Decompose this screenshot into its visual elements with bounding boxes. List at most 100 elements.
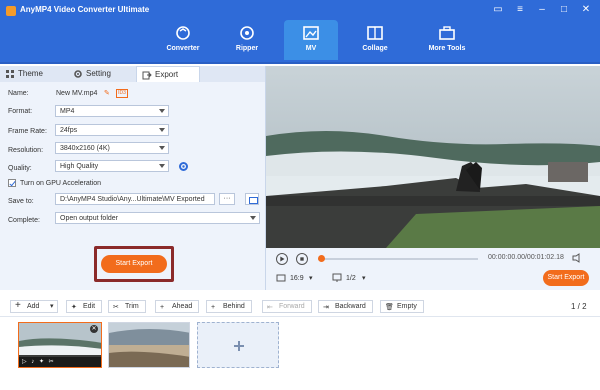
- edit-button[interactable]: ✦ Edit: [66, 300, 103, 313]
- subtab-setting[interactable]: Setting: [68, 66, 132, 82]
- preview-frame-image: [266, 66, 600, 248]
- empty-button[interactable]: 🗑 Empty: [380, 300, 424, 313]
- resolution-value: 3840x2160 (4K): [60, 145, 110, 152]
- minimize-icon[interactable]: –: [536, 4, 548, 15]
- subtab-theme[interactable]: Theme: [0, 66, 64, 82]
- main-tabs: Converter Ripper MV Collage More Tools: [156, 20, 492, 60]
- toolbox-icon: [439, 26, 455, 40]
- scissors-icon[interactable]: ✂: [49, 359, 54, 365]
- trim-label: Trim: [125, 303, 139, 310]
- trim-button[interactable]: ✂ Trim: [108, 300, 146, 313]
- window-controls: ▭ ≡ – □ ✕: [492, 4, 592, 15]
- tab-label: More Tools: [428, 45, 466, 52]
- behind-button[interactable]: + Behind: [206, 300, 252, 313]
- playback-progress-bar[interactable]: [318, 258, 478, 260]
- zoom-value[interactable]: 1/2: [346, 275, 356, 282]
- monitor-icon: [332, 273, 342, 282]
- converter-icon: [176, 26, 190, 40]
- complete-action-select[interactable]: Open output folder: [55, 212, 260, 224]
- scissors-icon: ✂: [113, 304, 119, 311]
- frame-rate-label: Frame Rate:: [8, 128, 47, 135]
- forward-button[interactable]: ⇤ Forward: [262, 300, 312, 313]
- start-export-button[interactable]: Start Export: [101, 255, 167, 273]
- resolution-select[interactable]: 3840x2160 (4K): [55, 142, 169, 154]
- start-export-highlight: Start Export: [94, 246, 174, 282]
- effects-icon[interactable]: ✦: [39, 359, 44, 365]
- subtab-label: Export: [155, 70, 179, 79]
- feedback-icon[interactable]: ▭: [492, 4, 504, 15]
- ripper-icon: [240, 26, 254, 40]
- add-ahead-icon: +: [160, 304, 165, 311]
- clip-thumbnail-2[interactable]: [108, 322, 190, 368]
- start-export-button-secondary[interactable]: Start Export: [543, 270, 589, 286]
- tab-converter[interactable]: Converter: [156, 20, 210, 60]
- save-to-path-field[interactable]: D:\AnyMP4 Studio\Any...Ultimate\MV Expor…: [55, 193, 215, 205]
- page-indicator: 1 / 2: [571, 302, 587, 311]
- chevron-down-icon[interactable]: ▾: [309, 274, 313, 282]
- quality-settings-gear-icon[interactable]: [178, 161, 189, 172]
- ahead-label: Ahead: [172, 303, 193, 310]
- rename-tag-icon[interactable]: ID3: [116, 89, 128, 98]
- remove-clip-icon[interactable]: ✕: [90, 325, 98, 333]
- add-clip-button[interactable]: [197, 322, 279, 368]
- chevron-down-icon: [159, 146, 165, 150]
- edit-name-icon[interactable]: ✎: [104, 89, 110, 97]
- tab-mv[interactable]: MV: [284, 20, 338, 60]
- gear-icon: [74, 70, 82, 78]
- tab-more-tools[interactable]: More Tools: [412, 20, 482, 60]
- subtab-label: Theme: [18, 69, 43, 78]
- quality-select[interactable]: High Quality: [55, 160, 169, 172]
- open-folder-button[interactable]: [245, 193, 259, 205]
- chevron-down-icon: [159, 164, 165, 168]
- play-icon[interactable]: ▷: [22, 359, 27, 365]
- quality-value: High Quality: [60, 163, 99, 170]
- forward-label: Forward: [279, 303, 305, 310]
- complete-value: Open output folder: [60, 215, 118, 222]
- subtab-label: Setting: [86, 69, 111, 78]
- clip-thumbnail-1[interactable]: ✕ ▷ ♪ ✦ ✂: [18, 322, 102, 368]
- name-label: Name:: [8, 90, 29, 97]
- add-behind-icon: +: [211, 304, 216, 311]
- add-button[interactable]: + Add ▾: [10, 300, 59, 313]
- title-bar: AnyMP4 Video Converter Ultimate ▭ ≡ – □ …: [0, 0, 600, 64]
- empty-label: Empty: [397, 303, 417, 310]
- chevron-down-icon: [159, 128, 165, 132]
- subtab-export[interactable]: Export: [136, 66, 200, 82]
- maximize-icon[interactable]: □: [558, 4, 570, 15]
- backward-label: Backward: [335, 303, 366, 310]
- tab-label: Collage: [362, 45, 388, 52]
- volume-icon[interactable]: ♪: [31, 359, 34, 365]
- format-select[interactable]: MP4: [55, 105, 169, 117]
- frame-rate-value: 24fps: [60, 127, 78, 134]
- complete-label: Complete:: [8, 217, 40, 224]
- name-value: New MV.mp4: [56, 90, 98, 97]
- aspect-ratio-value[interactable]: 16:9: [290, 275, 304, 282]
- chevron-down-icon: ▾: [49, 303, 54, 310]
- volume-icon[interactable]: [572, 253, 583, 263]
- add-label: Add: [27, 303, 40, 310]
- tab-collage[interactable]: Collage: [348, 20, 402, 60]
- app-title: AnyMP4 Video Converter Ultimate: [20, 5, 150, 14]
- playback-progress-handle[interactable]: [318, 255, 325, 262]
- ahead-button[interactable]: + Ahead: [155, 300, 200, 313]
- behind-label: Behind: [223, 303, 245, 310]
- menu-icon[interactable]: ≡: [514, 4, 526, 15]
- chevron-down-icon[interactable]: ▾: [362, 274, 366, 282]
- export-icon: [142, 71, 152, 80]
- video-preview: [266, 66, 600, 248]
- stop-icon[interactable]: [296, 253, 308, 265]
- playback-time: 00:00:00.00/00:01:02.18: [488, 254, 564, 261]
- edit-label: Edit: [83, 303, 96, 310]
- backward-button[interactable]: ⇥ Backward: [318, 300, 373, 313]
- tab-ripper[interactable]: Ripper: [220, 20, 274, 60]
- gpu-acceleration-checkbox[interactable]: [8, 179, 16, 187]
- close-icon[interactable]: ✕: [580, 4, 592, 15]
- format-value: MP4: [60, 108, 75, 115]
- collage-icon: [367, 26, 383, 40]
- frame-rate-select[interactable]: 24fps: [55, 124, 169, 136]
- tab-label: Converter: [166, 45, 200, 52]
- clip-tools: ▷ ♪ ✦ ✂: [19, 357, 101, 367]
- play-icon[interactable]: [276, 253, 288, 265]
- browse-folder-button[interactable]: ···: [219, 193, 235, 205]
- gpu-acceleration-label: Turn on GPU Acceleration: [20, 180, 102, 187]
